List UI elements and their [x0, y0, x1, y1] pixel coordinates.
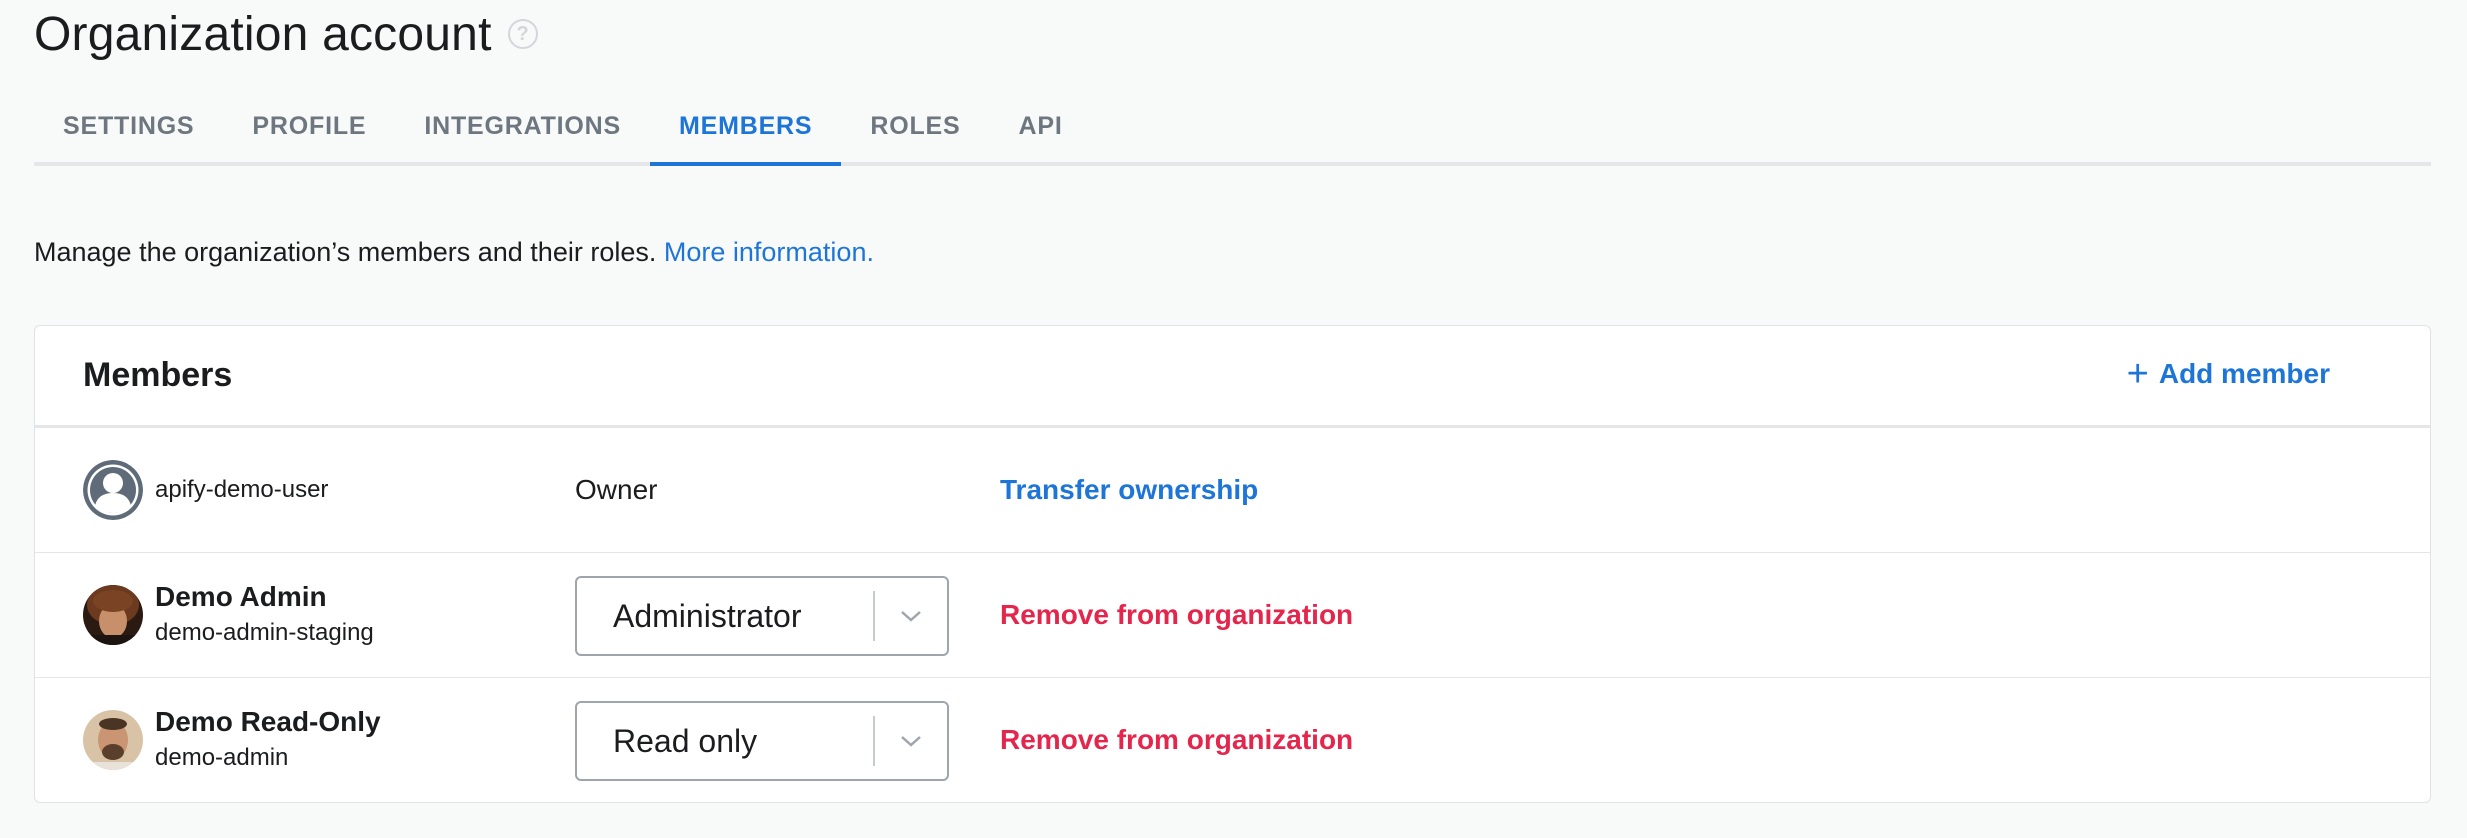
page-title: Organization account	[34, 7, 492, 61]
title-row: Organization account ?	[34, 0, 538, 68]
member-username: demo-admin	[155, 744, 289, 771]
members-card-title: Members	[83, 356, 233, 394]
member-username: apify-demo-user	[155, 476, 329, 503]
page-description: Manage the organization’s members and th…	[34, 237, 874, 268]
chevron-down-icon[interactable]	[875, 608, 947, 624]
tab-roles[interactable]: ROLES	[841, 90, 989, 162]
plus-icon: +	[2126, 353, 2149, 395]
transfer-ownership-link[interactable]: Transfer ownership	[1000, 474, 1258, 506]
role-select-value: Read only	[613, 722, 758, 759]
role-select[interactable]: Administrator	[575, 576, 949, 656]
tab-members[interactable]: MEMBERS	[650, 90, 842, 166]
tab-profile[interactable]: PROFILE	[223, 90, 395, 162]
members-card: Members + Add member apify-demo-user Own…	[34, 325, 2431, 803]
help-icon[interactable]: ?	[507, 19, 538, 49]
member-row: apify-demo-user Owner Transfer ownership	[35, 428, 2430, 553]
tab-settings[interactable]: SETTINGS	[34, 90, 223, 162]
member-identity: apify-demo-user	[155, 476, 328, 504]
tab-api[interactable]: API	[990, 90, 1092, 162]
member-row: Demo Admin demo-admin-staging Administra…	[35, 553, 2430, 678]
chevron-down-icon[interactable]	[875, 733, 947, 749]
default-user-icon	[83, 460, 143, 520]
add-member-button[interactable]: + Add member	[2126, 353, 2330, 395]
avatar	[83, 710, 143, 770]
remove-from-organization-link[interactable]: Remove from organization	[1000, 724, 1353, 756]
description-text: Manage the organization’s members and th…	[34, 237, 657, 267]
add-member-label: Add member	[2158, 358, 2330, 389]
tab-integrations[interactable]: INTEGRATIONS	[395, 90, 650, 162]
member-identity: Demo Read-Only demo-admin	[155, 706, 381, 772]
role-select[interactable]: Read only	[575, 701, 949, 781]
role-select-value: Administrator	[613, 597, 802, 634]
members-card-header: Members + Add member	[35, 326, 2430, 428]
member-name: Demo Read-Only	[155, 706, 381, 737]
member-row: Demo Read-Only demo-admin Read only Remo…	[35, 678, 2430, 802]
member-identity: Demo Admin demo-admin-staging	[155, 581, 374, 647]
more-information-link[interactable]: More information.	[664, 237, 874, 267]
member-username: demo-admin-staging	[155, 619, 374, 646]
avatar	[83, 585, 143, 645]
member-role: Owner	[575, 474, 658, 505]
tab-bar: SETTINGS PROFILE INTEGRATIONS MEMBERS RO…	[34, 90, 2431, 166]
member-name: Demo Admin	[155, 581, 327, 612]
remove-from-organization-link[interactable]: Remove from organization	[1000, 599, 1353, 631]
organization-account-page: Organization account ? SETTINGS PROFILE …	[0, 0, 2467, 838]
